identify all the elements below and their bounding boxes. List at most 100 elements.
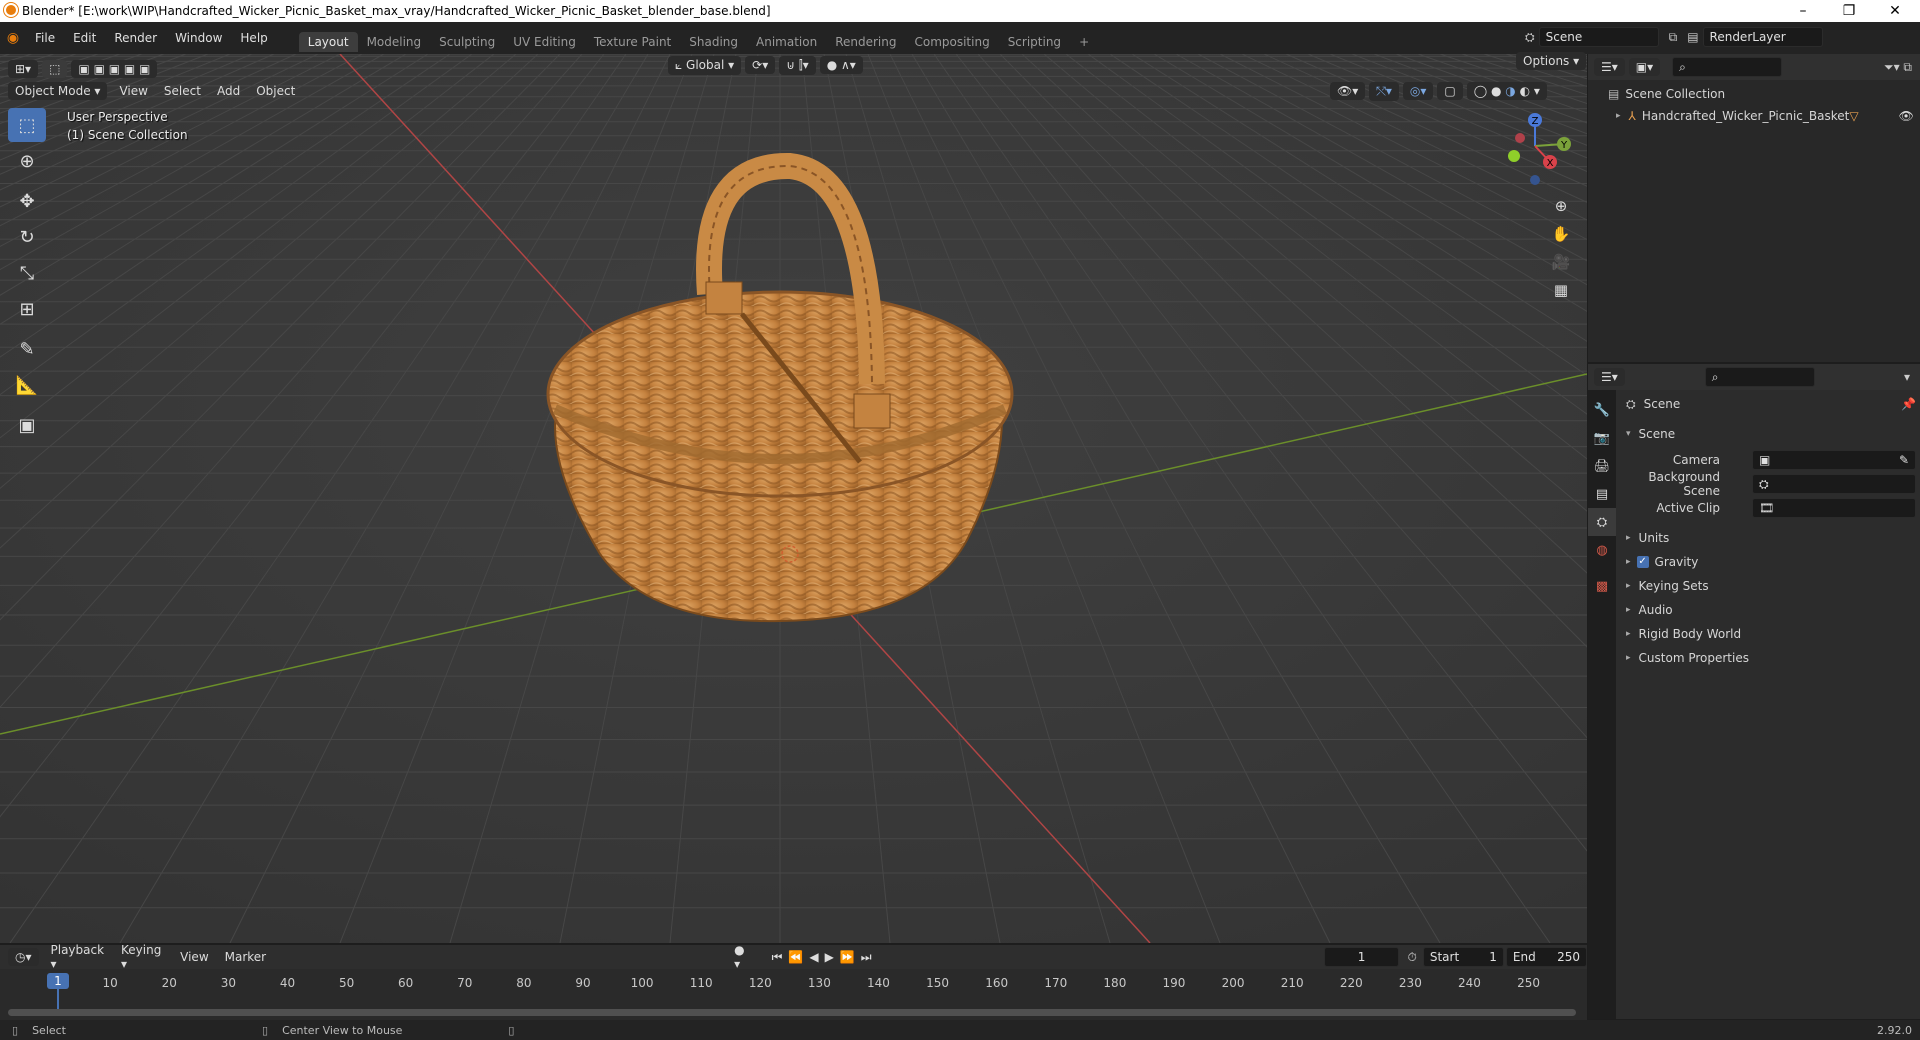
shading-modes[interactable]: ◯ ● ◑ ◐ ▾ bbox=[1466, 82, 1547, 100]
menu-help[interactable]: Help bbox=[231, 31, 276, 45]
pivot-icon[interactable]: ⟳▾ bbox=[745, 56, 776, 74]
navigation-gizmo[interactable]: Z Y X bbox=[1490, 110, 1580, 190]
rotate-tool[interactable]: ↻ bbox=[8, 220, 46, 254]
3d-viewport[interactable] bbox=[0, 54, 1587, 943]
transform-tool[interactable]: ⊞ bbox=[8, 292, 46, 326]
tab-shading[interactable]: Shading bbox=[680, 32, 747, 52]
filter-icon[interactable]: ⏷▾ ⧉ bbox=[1884, 60, 1912, 75]
measure-tool[interactable]: 📐 bbox=[8, 368, 46, 402]
object-mode-dropdown[interactable]: Object Mode ▾ bbox=[8, 82, 108, 100]
add-workspace-icon[interactable]: + bbox=[1070, 32, 1098, 52]
modifier-icon[interactable]: ▽ bbox=[1849, 109, 1858, 123]
playhead[interactable]: 1 bbox=[47, 973, 69, 989]
gravity-checkbox[interactable]: ✓ bbox=[1636, 556, 1649, 568]
outliner-root[interactable]: ▤ Scene Collection bbox=[1588, 82, 1920, 106]
viewport-menu-add[interactable]: Add bbox=[209, 84, 248, 98]
tab-compositing[interactable]: Compositing bbox=[905, 32, 998, 52]
expand-arrow-icon[interactable]: ▸ bbox=[1616, 111, 1621, 121]
expand-arrow-icon: ▸ bbox=[1626, 629, 1631, 639]
visibility-icon[interactable]: 👁▾ bbox=[1330, 82, 1366, 100]
menu-file[interactable]: File bbox=[26, 31, 64, 45]
menu-window[interactable]: Window bbox=[166, 31, 231, 45]
snap-icon[interactable]: ⊍ ⫿▾ bbox=[779, 55, 816, 75]
outliner-search-input[interactable]: ⌕ bbox=[1672, 57, 1783, 77]
tab-scripting[interactable]: Scripting bbox=[999, 32, 1070, 52]
properties-options-icon[interactable]: ▾ bbox=[1904, 370, 1910, 384]
world-tab-icon[interactable]: ◍ bbox=[1588, 536, 1616, 564]
outliner-editor-icon[interactable]: ☰▾ bbox=[1594, 58, 1625, 76]
tool-tab-icon[interactable]: 🔧 bbox=[1588, 396, 1616, 424]
options-button[interactable]: Options ▾ bbox=[1516, 52, 1590, 76]
panel-rigid-body-world[interactable]: ▸ Rigid Body World bbox=[1620, 622, 1916, 646]
renderlayer-icon[interactable]: ▤ bbox=[1687, 30, 1698, 44]
background-scene-row: Background Scene ⛭ bbox=[1620, 470, 1916, 498]
render-tab-icon[interactable]: 📷 bbox=[1588, 424, 1616, 452]
viewport-menu-select[interactable]: Select bbox=[156, 84, 209, 98]
overlay-toggle-icon[interactable]: ◎▾ bbox=[1402, 82, 1434, 100]
output-tab-icon[interactable]: 🖨 bbox=[1588, 452, 1616, 480]
menu-render[interactable]: Render bbox=[105, 31, 166, 45]
maximize-button[interactable]: ❐ bbox=[1826, 0, 1872, 22]
annotate-tool[interactable]: ✎ bbox=[8, 332, 46, 366]
blender-menu-icon[interactable]: ◉ bbox=[0, 30, 26, 46]
proportional-edit-icon[interactable]: ● ∧▾ bbox=[819, 56, 863, 74]
scene-tab-icon[interactable]: ⛭ bbox=[1588, 508, 1616, 536]
camera-view-icon[interactable]: 🎥 bbox=[1547, 248, 1575, 276]
view-layer-tab-icon[interactable]: ▤ bbox=[1588, 480, 1616, 508]
tab-sculpting[interactable]: Sculpting bbox=[430, 32, 504, 52]
editor-type-icon[interactable]: ⊞▾ bbox=[8, 60, 39, 78]
tab-layout[interactable]: Layout bbox=[298, 32, 358, 52]
pan-hand-icon[interactable]: ✋ bbox=[1547, 220, 1575, 248]
add-cube-tool[interactable]: ▣ bbox=[8, 408, 46, 442]
viewport-menu-object[interactable]: Object bbox=[248, 84, 303, 98]
properties-editor-icon[interactable]: ☰▾ bbox=[1594, 368, 1625, 386]
minimize-button[interactable]: – bbox=[1780, 0, 1826, 22]
renderlayer-selector[interactable]: RenderLayer bbox=[1702, 27, 1823, 47]
panel-custom-properties[interactable]: ▸ Custom Properties bbox=[1620, 646, 1916, 670]
move-tool[interactable]: ✥ bbox=[8, 184, 46, 218]
orientation-dropdown[interactable]: ⟀ Global ▾ bbox=[668, 55, 742, 75]
select-box-tool[interactable]: ⬚ bbox=[8, 108, 46, 142]
collapse-arrow-icon[interactable]: ▾ bbox=[1626, 429, 1631, 439]
properties-search-input[interactable]: ⌕ bbox=[1704, 367, 1815, 387]
scale-tool[interactable]: ⤡ bbox=[8, 256, 46, 290]
scene-section[interactable]: ▾ Scene bbox=[1620, 422, 1916, 446]
xray-icon[interactable]: ▢ bbox=[1437, 82, 1463, 100]
pin-icon[interactable]: 📌 bbox=[1901, 397, 1916, 411]
eye-visibility-icon[interactable]: 👁 bbox=[1899, 109, 1914, 123]
status-center-view: Center View to Mouse bbox=[282, 1023, 403, 1037]
timeline-scrollbar[interactable] bbox=[8, 1009, 1576, 1016]
display-mode-icon[interactable]: ▣▾ bbox=[1628, 58, 1661, 76]
tab-texture-paint[interactable]: Texture Paint bbox=[585, 32, 680, 52]
zoom-icon[interactable]: ⊕ bbox=[1547, 192, 1575, 220]
active-clip-field[interactable]: 🎞 bbox=[1752, 498, 1916, 518]
viewport-menu-view[interactable]: View bbox=[111, 84, 155, 98]
tab-rendering[interactable]: Rendering bbox=[826, 32, 905, 52]
status-bar: ▯ Select ▯ Center View to Mouse ▯ 2.92.0 bbox=[0, 1020, 1920, 1040]
selection-modes[interactable]: ▣ ▣ ▣ ▣ ▣ bbox=[71, 60, 158, 78]
select-mode-icon[interactable]: ⬚ bbox=[42, 60, 68, 78]
scene-selector[interactable]: Scene bbox=[1538, 27, 1659, 47]
scene-icon[interactable]: ⛭ bbox=[1525, 30, 1535, 45]
panel-units[interactable]: ▸ Units bbox=[1620, 526, 1916, 550]
tab-modeling[interactable]: Modeling bbox=[358, 32, 431, 52]
window-title-bar: Blender* [E:\work\WIP\Handcrafted_Wicker… bbox=[0, 0, 1920, 22]
new-scene-icon[interactable]: ⧉ bbox=[1669, 30, 1678, 45]
cursor-tool[interactable]: ⊕ bbox=[8, 144, 46, 178]
ortho-grid-icon[interactable]: ▦ bbox=[1547, 276, 1575, 304]
menu-edit[interactable]: Edit bbox=[64, 31, 105, 45]
eyedropper-icon[interactable]: ✎ bbox=[1899, 451, 1909, 469]
panel-audio[interactable]: ▸ Audio bbox=[1620, 598, 1916, 622]
panel-keying-sets[interactable]: ▸ Keying Sets bbox=[1620, 574, 1916, 598]
texture-tab-icon[interactable]: ▩ bbox=[1588, 572, 1616, 600]
close-button[interactable]: ✕ bbox=[1872, 0, 1918, 22]
gizmo-toggle-icon[interactable]: ⤲▾ bbox=[1369, 81, 1399, 101]
outliner-item[interactable]: ▸ ⅄ Handcrafted_Wicker_Picnic_Basket ▽ 👁 bbox=[1588, 106, 1920, 126]
background-scene-field[interactable]: ⛭ bbox=[1752, 474, 1916, 494]
tab-animation[interactable]: Animation bbox=[747, 32, 826, 52]
panel-gravity[interactable]: ▸ ✓ Gravity bbox=[1620, 550, 1916, 574]
tab-uv-editing[interactable]: UV Editing bbox=[504, 32, 585, 52]
frame-tick: 90 bbox=[575, 976, 591, 990]
camera-field[interactable]: ▣ ✎ bbox=[1752, 450, 1916, 470]
frame-tick: 240 bbox=[1458, 976, 1481, 990]
